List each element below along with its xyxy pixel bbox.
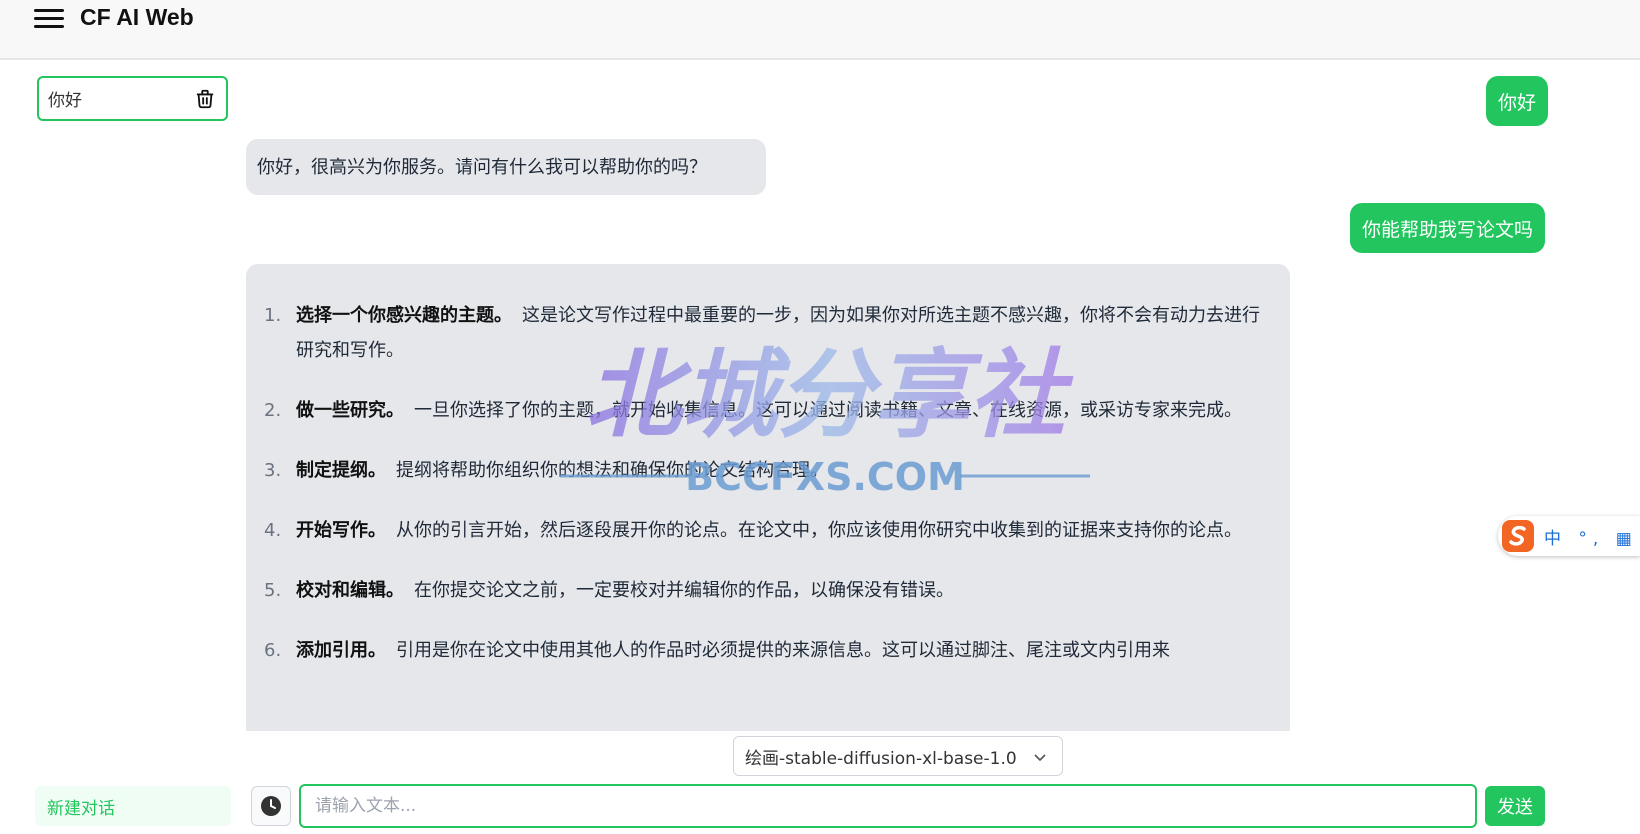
ai-message: 你好，很高兴为你服务。请问有什么我可以帮助你的吗？ xyxy=(246,139,766,195)
app-header: CF AI Web xyxy=(0,0,1640,60)
list-item-title: 制定提纲。 xyxy=(296,460,386,481)
message-input-wrapper xyxy=(299,784,1477,828)
list-item: 3. 制定提纲。 提纲将帮助你组织你的想法和确保你的论文结构合理。 xyxy=(264,453,1264,488)
sogou-logo-icon xyxy=(1502,520,1534,552)
list-number: 5. xyxy=(264,580,282,601)
hamburger-menu-icon[interactable] xyxy=(34,7,66,31)
ai-message-list: 1. 选择一个你感兴趣的主题。 这是论文写作过程中最重要的一步，因为如果你对所选主题… xyxy=(246,264,1290,731)
ime-status: 中 °, ▦ xyxy=(1544,528,1638,549)
message-input[interactable] xyxy=(301,786,1475,826)
new-chat-button[interactable]: 新建对话 xyxy=(35,786,231,826)
history-button[interactable] xyxy=(251,786,291,826)
list-item-title: 开始写作。 xyxy=(296,520,386,541)
ime-toolbar[interactable]: 中 °, ▦ xyxy=(1498,516,1640,556)
list-item-title: 选择一个你感兴趣的主题。 xyxy=(296,305,512,326)
steps-list: 1. 选择一个你感兴趣的主题。 这是论文写作过程中最重要的一步，因为如果你对所选主题… xyxy=(264,298,1264,668)
chat-messages[interactable]: 你好 你好，很高兴为你服务。请问有什么我可以帮助你的吗？ 你能帮助我写论文吗 1… xyxy=(0,62,1640,731)
list-number: 6. xyxy=(264,640,282,661)
list-item-title: 校对和编辑。 xyxy=(296,580,404,601)
list-item: 6. 添加引用。 引用是你在论文中使用其他人的作品时必须提供的来源信息。这可以通过脚… xyxy=(264,633,1264,668)
user-message: 你能帮助我写论文吗 xyxy=(1350,203,1546,253)
clock-icon xyxy=(261,796,281,816)
list-item-text: 一旦你选择了你的主题，就开始收集信息。这可以通过阅读书籍、文章、在线资源，或采访… xyxy=(414,400,1242,421)
list-item-text: 从你的引言开始，然后逐段展开你的论点。在论文中，你应该使用你研究中收集到的证据来… xyxy=(396,520,1242,541)
list-item-text: 提纲将帮助你组织你的想法和确保你的论文结构合理。 xyxy=(396,460,828,481)
new-chat-label: 新建对话 xyxy=(47,798,115,819)
list-item-title: 添加引用。 xyxy=(296,640,386,661)
list-item: 2. 做一些研究。 一旦你选择了你的主题，就开始收集信息。这可以通过阅读书籍、文章、… xyxy=(264,393,1264,428)
list-item-text: 在你提交论文之前，一定要校对并编辑你的作品，以确保没有错误。 xyxy=(414,580,954,601)
list-item-text: 引用是你在论文中使用其他人的作品时必须提供的来源信息。这可以通过脚注、尾注或文内… xyxy=(396,640,1170,661)
list-item: 5. 校对和编辑。 在你提交论文之前，一定要校对并编辑你的作品，以确保没有错误。 xyxy=(264,573,1264,608)
list-number: 3. xyxy=(264,460,282,481)
send-button[interactable]: 发送 xyxy=(1485,786,1545,826)
list-item: 1. 选择一个你感兴趣的主题。 这是论文写作过程中最重要的一步，因为如果你对所选主题… xyxy=(264,298,1264,368)
model-select-value: 绘画-stable-diffusion-xl-base-1.0 xyxy=(745,748,1017,769)
chevron-down-icon xyxy=(1034,754,1046,762)
list-item-title: 做一些研究。 xyxy=(296,400,404,421)
list-item: 4. 开始写作。 从你的引言开始，然后逐段展开你的论点。在论文中，你应该使用你研究中… xyxy=(264,513,1264,548)
list-number: 2. xyxy=(264,400,282,421)
user-message: 你好 xyxy=(1486,76,1549,126)
list-number: 4. xyxy=(264,520,282,541)
app-title: CF AI Web xyxy=(80,4,194,30)
model-select[interactable]: 绘画-stable-diffusion-xl-base-1.0 xyxy=(733,736,1063,776)
list-number: 1. xyxy=(264,305,282,326)
